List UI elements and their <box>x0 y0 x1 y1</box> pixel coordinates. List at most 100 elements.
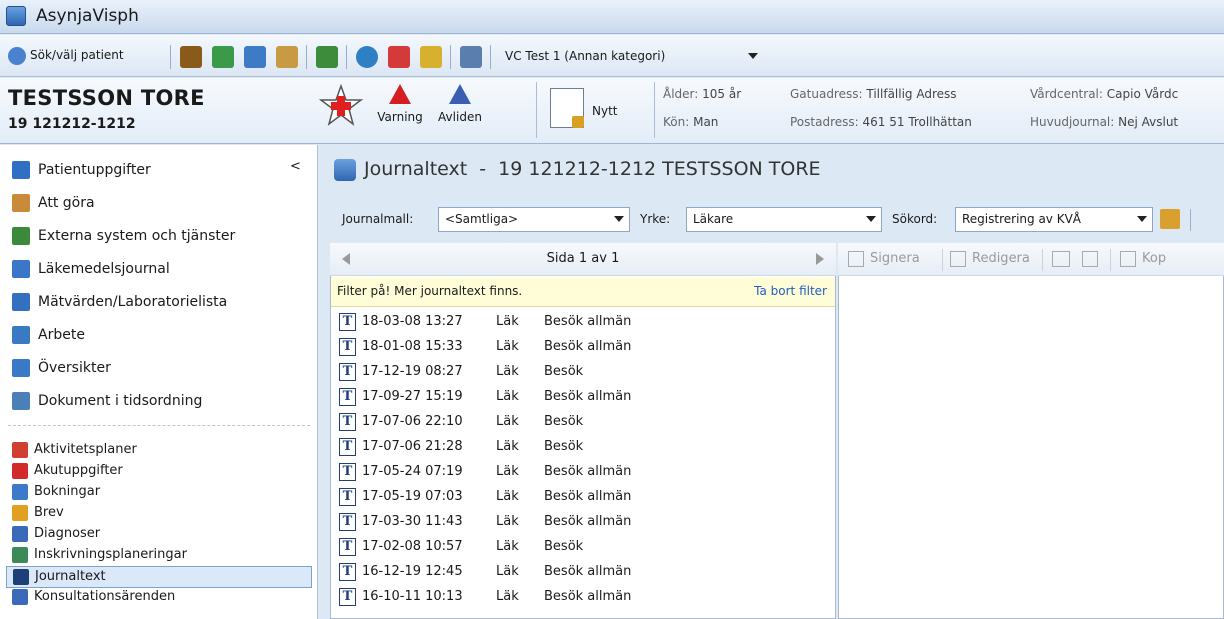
deceased-icon <box>449 84 471 104</box>
sidebar-divider <box>8 425 310 426</box>
sidebar-item-lakemedelsjournal[interactable]: Läkemedelsjournal <box>0 255 316 285</box>
entry-datetime: 17-07-06 21:28 <box>362 439 463 454</box>
page-indicator: Sida 1 av 1 <box>546 251 620 266</box>
table-row[interactable]: T 17-12-19 08:27 Läk Besök <box>334 361 824 387</box>
sidebar-item-diagnoser[interactable]: Diagnoser <box>0 524 316 546</box>
journal-patient: 19 121212-1212 TESTSSON TORE <box>498 158 821 180</box>
calendar-icon[interactable] <box>244 46 266 68</box>
chevron-down-icon <box>866 216 876 222</box>
entry-datetime: 17-07-06 22:10 <box>362 414 463 429</box>
journal-text-icon: T <box>339 438 356 456</box>
sidebar-item-label: Dokument i tidsordning <box>38 393 203 409</box>
window-title: AsynjaVisph <box>36 6 139 26</box>
table-row[interactable]: T 18-03-08 13:27 Läk Besök allmän <box>334 311 824 337</box>
entry-datetime: 17-03-30 11:43 <box>362 514 463 529</box>
preview-icon[interactable] <box>1082 251 1098 267</box>
table-row[interactable]: T 16-10-11 10:13 Läk Besök allmän <box>334 586 824 612</box>
sidebar-item-dokument-i-tidsordning[interactable]: Dokument i tidsordning <box>0 387 316 417</box>
journal-text-icon: T <box>339 563 356 581</box>
sidebar-item-label: Patientuppgifter <box>38 162 151 178</box>
keyword-label: Sökord: <box>892 212 938 226</box>
deceased-button[interactable]: Avliden <box>430 84 490 124</box>
journal-text-icon: T <box>339 488 356 506</box>
sidebar-item-arbete[interactable]: Arbete <box>0 321 316 351</box>
entry-profession: Läk <box>496 464 519 479</box>
journal-text-icon: T <box>339 413 356 431</box>
entry-profession: Läk <box>496 439 519 454</box>
sidebar-item-label: Läkemedelsjournal <box>38 261 170 277</box>
sidebar-item-journaltext[interactable]: Journaltext <box>6 566 312 588</box>
table-row[interactable]: T 17-07-06 21:28 Läk Besök <box>334 436 824 462</box>
sidebar-item-label: Att göra <box>38 195 95 211</box>
sidebar-item-label: Externa system och tjänster <box>38 228 236 244</box>
sidebar-item-konsultationsarenden[interactable]: Konsultationsärenden <box>0 587 316 609</box>
table-row[interactable]: T 17-09-27 15:19 Läk Besök allmän <box>334 386 824 412</box>
person-search-icon <box>8 47 26 65</box>
alert-star-icon[interactable] <box>318 83 364 130</box>
computer-icon[interactable] <box>460 46 482 68</box>
entry-type: Besök <box>544 539 584 554</box>
notes-icon[interactable] <box>1160 209 1180 229</box>
postal-value: 461 51 Trollhättan <box>862 115 972 129</box>
sidebar-item-att-gora[interactable]: Att göra <box>0 189 316 219</box>
sign-button[interactable]: Signera <box>870 251 920 266</box>
sidebar-item-inskrivningsplaneringar[interactable]: Inskrivningsplaneringar <box>0 545 316 567</box>
table-row[interactable]: T 17-02-08 10:57 Läk Besök <box>334 536 824 562</box>
warning-button[interactable]: Varning <box>372 84 428 124</box>
entry-datetime: 17-09-27 15:19 <box>362 389 463 404</box>
edit-button[interactable]: Redigera <box>972 251 1030 266</box>
document-icon <box>12 392 30 410</box>
sidebar-item-label: Konsultationsärenden <box>34 589 176 604</box>
sidebar-item-label: Mätvärden/Laboratorielista <box>38 294 228 310</box>
detail-toolbar: Signera Redigera Kop <box>838 243 1224 276</box>
sidebar-item-oversikter[interactable]: Översikter <box>0 354 316 384</box>
sidebar-item-patientuppgifter[interactable]: Patientuppgifter <box>0 156 316 186</box>
unit-combo[interactable]: VC Test 1 (Annan kategori) <box>498 44 764 69</box>
consultation-icon <box>12 589 28 605</box>
entry-type: Besök <box>544 439 584 454</box>
copy-button[interactable]: Kop <box>1142 251 1166 266</box>
globe-icon[interactable] <box>356 46 378 68</box>
sidebar-item-externa-system-och-tjanster[interactable]: Externa system och tjänster <box>0 222 316 252</box>
sidebar-item-akutuppgifter[interactable]: Akutuppgifter <box>0 461 316 483</box>
table-row[interactable]: T 17-07-06 22:10 Läk Besök <box>334 411 824 437</box>
letter-icon <box>12 505 28 521</box>
table-row[interactable]: T 17-05-24 07:19 Läk Besök allmän <box>334 461 824 487</box>
remove-filter-link[interactable]: Ta bort filter <box>754 284 827 298</box>
next-page-icon[interactable] <box>816 253 824 265</box>
entry-type: Besök <box>544 364 584 379</box>
journal-title: Journaltext <box>364 158 468 180</box>
sidebar-item-matvarden-laboratorielista[interactable]: Mätvärden/Laboratorielista <box>0 288 316 318</box>
table-row[interactable]: T 17-05-19 07:03 Läk Besök allmän <box>334 486 824 512</box>
table-row[interactable]: T 16-12-19 12:45 Läk Besök allmän <box>334 561 824 587</box>
entry-datetime: 17-12-19 08:27 <box>362 364 463 379</box>
entry-profession: Läk <box>496 364 519 379</box>
profession-select[interactable]: Läkare <box>686 207 882 232</box>
chevron-down-icon <box>614 216 624 222</box>
table-row[interactable]: T 18-01-08 15:33 Läk Besök allmän <box>334 336 824 362</box>
journal-book-icon[interactable] <box>180 46 202 68</box>
presentation-icon[interactable] <box>316 46 338 68</box>
deceased-label: Avliden <box>438 110 482 124</box>
clipboard-icon[interactable] <box>276 46 298 68</box>
template-label: Journalmall: <box>342 212 414 226</box>
patient-group-icon[interactable] <box>212 46 234 68</box>
sidebar-item-aktivitetsplaner[interactable]: Aktivitetsplaner <box>0 440 316 462</box>
table-row[interactable]: T 17-03-30 11:43 Läk Besök allmän <box>334 511 824 537</box>
add-window-icon[interactable] <box>388 46 410 68</box>
title-bar: AsynjaVisph <box>0 0 1224 34</box>
unit-combo-value: VC Test 1 (Annan kategori) <box>505 49 666 63</box>
sidebar-item-bokningar[interactable]: Bokningar <box>0 482 316 504</box>
entry-profession: Läk <box>496 564 519 579</box>
template-select[interactable]: <Samtliga> <box>438 207 630 232</box>
screen-arrow-icon[interactable] <box>420 46 442 68</box>
chart-icon <box>12 293 30 311</box>
collapse-sidebar-button[interactable]: < <box>290 159 301 174</box>
keyword-select[interactable]: Registrering av KVÅ <box>955 207 1153 232</box>
age-field: Ålder: 105 år <box>663 87 741 101</box>
journal-app-icon <box>334 159 356 181</box>
new-note-button[interactable]: Nytt <box>548 86 638 134</box>
sidebar-item-brev[interactable]: Brev <box>0 503 316 525</box>
sidebar-item-label: Brev <box>34 505 64 520</box>
print-icon[interactable] <box>1052 251 1070 267</box>
